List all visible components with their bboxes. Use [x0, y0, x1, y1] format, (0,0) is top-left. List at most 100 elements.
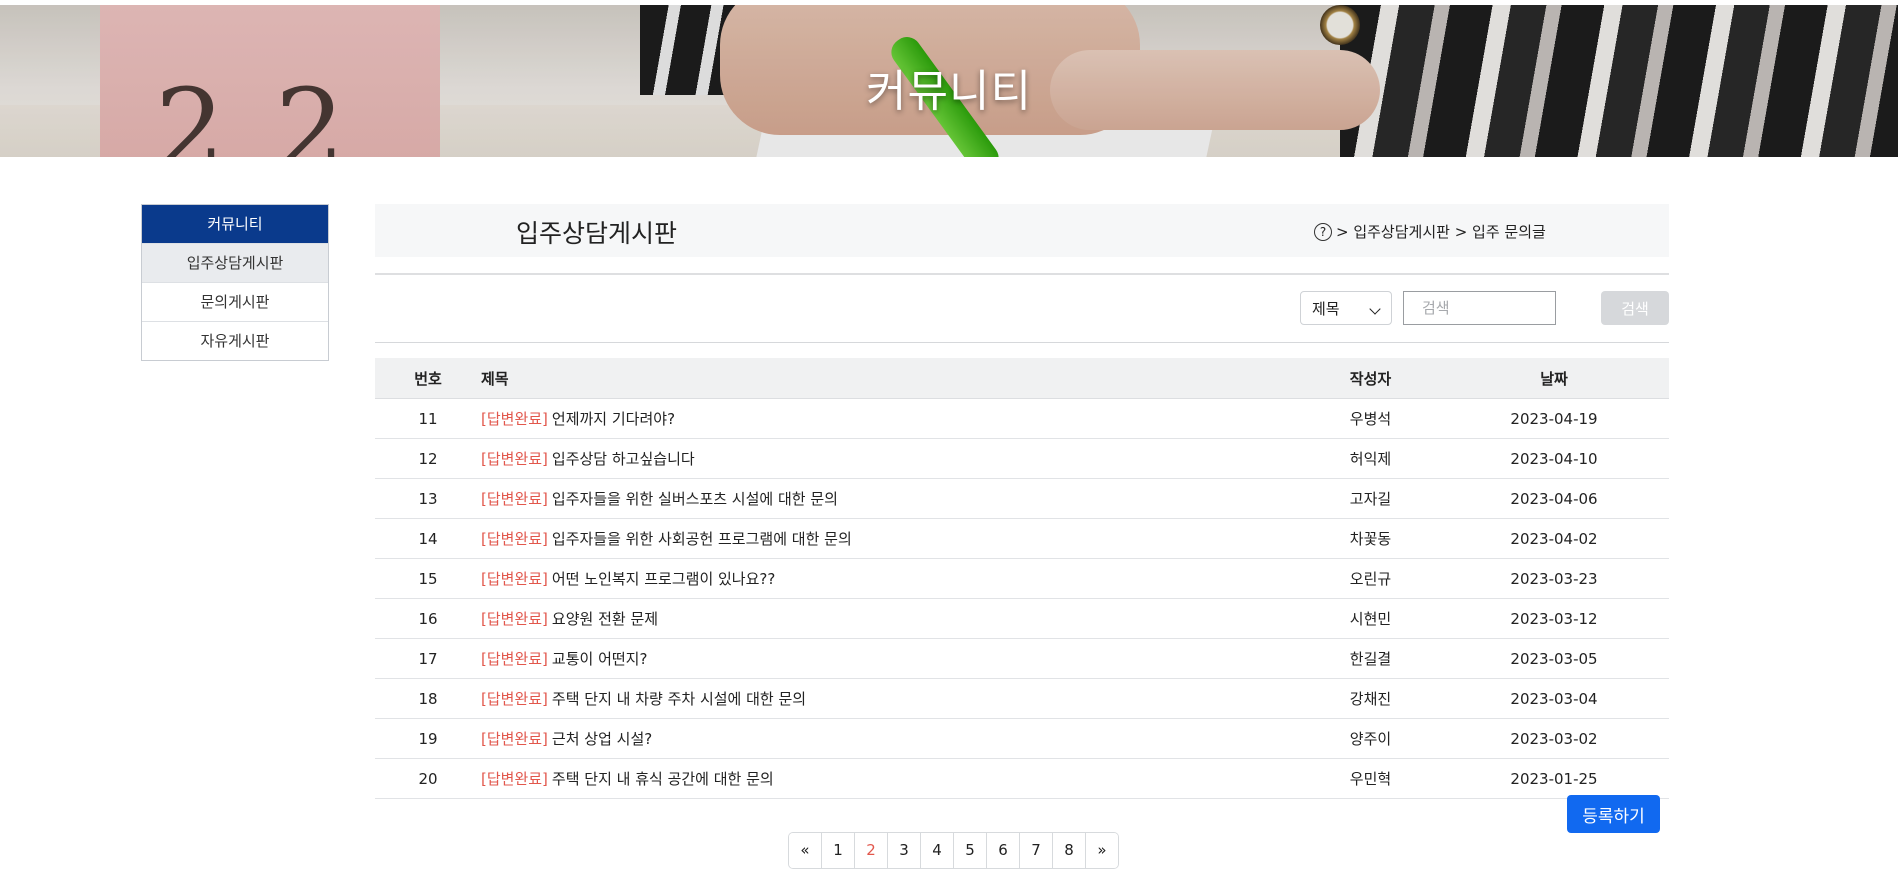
post-title-cell[interactable]: [답변완료] 근처 상업 시설?: [481, 718, 1302, 759]
search-bar: 제목 검색: [375, 275, 1669, 342]
post-writer: 우병석: [1302, 398, 1439, 439]
post-title-cell[interactable]: [답변완료] 입주자들을 위한 사회공헌 프로그램에 대한 문의: [481, 518, 1302, 559]
post-title-link[interactable]: 근처 상업 시설?: [552, 730, 652, 748]
table-row[interactable]: 11 [답변완료] 언제까지 기다려야? 우병석 2023-04-19: [375, 398, 1669, 439]
post-number: 12: [375, 438, 481, 479]
post-date: 2023-04-06: [1439, 478, 1669, 519]
sidebar-item-inquiry[interactable]: 문의게시판: [142, 282, 328, 321]
column-header-number: 번호: [375, 358, 481, 399]
post-number: 14: [375, 518, 481, 559]
post-number: 16: [375, 598, 481, 639]
post-number: 20: [375, 758, 481, 799]
title-bar: 입주상담게시판 ? > 입주상담게시판 > 입주 문의글: [375, 204, 1669, 257]
post-number: 19: [375, 718, 481, 759]
post-title-cell[interactable]: [답변완료] 언제까지 기다려야?: [481, 398, 1302, 439]
page-title: 입주상담게시판: [516, 219, 678, 248]
post-date: 2023-03-02: [1439, 718, 1669, 759]
table-row[interactable]: 12 [답변완료] 입주상담 하고싶습니다 허익제 2023-04-10: [375, 438, 1669, 479]
search-input[interactable]: [1403, 291, 1556, 325]
post-date: 2023-01-25: [1439, 758, 1669, 799]
post-writer: 시현민: [1302, 598, 1439, 639]
page-button-5[interactable]: 5: [954, 833, 987, 868]
page-button-6[interactable]: 6: [987, 833, 1020, 868]
post-title-cell[interactable]: [답변완료] 교통이 어떤지?: [481, 638, 1302, 679]
post-number: 15: [375, 558, 481, 599]
hero-banner: 22 커뮤니티: [0, 5, 1898, 157]
post-writer: 오린규: [1302, 558, 1439, 599]
table-header-row: 번호 제목 작성자 날짜: [375, 358, 1669, 399]
post-number: 11: [375, 398, 481, 439]
post-writer: 고자길: [1302, 478, 1439, 519]
post-title-cell[interactable]: [답변완료] 입주자들을 위한 실버스포츠 시설에 대한 문의: [481, 478, 1302, 519]
table-row[interactable]: 14 [답변완료] 입주자들을 위한 사회공헌 프로그램에 대한 문의 차꽃동 2…: [375, 518, 1669, 559]
post-date: 2023-04-19: [1439, 398, 1669, 439]
post-writer: 한길결: [1302, 638, 1439, 679]
table-row[interactable]: 16 [답변완료] 요양원 전환 문제 시현민 2023-03-12: [375, 598, 1669, 639]
post-title-cell[interactable]: [답변완료] 주택 단지 내 차량 주차 시설에 대한 문의: [481, 678, 1302, 719]
post-title-link[interactable]: 주택 단지 내 차량 주차 시설에 대한 문의: [552, 690, 806, 708]
table-row[interactable]: 17 [답변완료] 교통이 어떤지? 한길결 2023-03-05: [375, 638, 1669, 679]
post-date: 2023-04-10: [1439, 438, 1669, 479]
post-date: 2023-03-04: [1439, 678, 1669, 719]
register-button[interactable]: 등록하기: [1567, 795, 1660, 833]
search-filter-select[interactable]: 제목: [1300, 291, 1392, 325]
post-title-link[interactable]: 어떤 노인복지 프로그램이 있나요??: [552, 570, 775, 588]
status-tag: [답변완료]: [481, 770, 548, 788]
post-number: 18: [375, 678, 481, 719]
table-row[interactable]: 19 [답변완료] 근처 상업 시설? 양주이 2023-03-02: [375, 718, 1669, 759]
post-title-cell[interactable]: [답변완료] 요양원 전환 문제: [481, 598, 1302, 639]
sidebar: 커뮤니티 입주상담게시판 문의게시판 자유게시판: [141, 204, 329, 361]
status-tag: [답변완료]: [481, 410, 548, 428]
page-button-1[interactable]: 1: [822, 833, 855, 868]
status-tag: [답변완료]: [481, 650, 548, 668]
post-writer: 차꽃동: [1302, 518, 1439, 559]
search-button[interactable]: 검색: [1601, 291, 1669, 325]
sidebar-header: 커뮤니티: [142, 205, 328, 243]
page-button-7[interactable]: 7: [1020, 833, 1053, 868]
post-writer: 우민혁: [1302, 758, 1439, 799]
post-title-link[interactable]: 요양원 전환 문제: [552, 610, 658, 628]
page-button-4[interactable]: 4: [921, 833, 954, 868]
table-row[interactable]: 13 [답변완료] 입주자들을 위한 실버스포츠 시설에 대한 문의 고자길 20…: [375, 478, 1669, 519]
status-tag: [답변완료]: [481, 490, 548, 508]
post-title-link[interactable]: 입주상담 하고싶습니다: [552, 450, 695, 468]
column-header-title: 제목: [481, 358, 1302, 399]
pagination: « 1 2 3 4 5 6 7 8 »: [788, 832, 1119, 869]
main-content: 입주상담게시판 ? > 입주상담게시판 > 입주 문의글 제목 검색 번호 제목…: [375, 204, 1669, 799]
status-tag: [답변완료]: [481, 730, 548, 748]
page-next-button[interactable]: »: [1086, 833, 1118, 868]
page-button-8[interactable]: 8: [1053, 833, 1086, 868]
status-tag: [답변완료]: [481, 690, 548, 708]
post-writer: 강채진: [1302, 678, 1439, 719]
post-title-cell[interactable]: [답변완료] 주택 단지 내 휴식 공간에 대한 문의: [481, 758, 1302, 799]
table-row[interactable]: 18 [답변완료] 주택 단지 내 차량 주차 시설에 대한 문의 강채진 202…: [375, 678, 1669, 719]
post-number: 17: [375, 638, 481, 679]
status-tag: [답변완료]: [481, 530, 548, 548]
post-title-link[interactable]: 입주자들을 위한 실버스포츠 시설에 대한 문의: [552, 490, 838, 508]
post-date: 2023-03-05: [1439, 638, 1669, 679]
post-title-link[interactable]: 입주자들을 위한 사회공헌 프로그램에 대한 문의: [552, 530, 852, 548]
sidebar-item-move-in-consult[interactable]: 입주상담게시판: [142, 243, 328, 282]
help-icon[interactable]: ?: [1314, 222, 1332, 241]
post-title-cell[interactable]: [답변완료] 어떤 노인복지 프로그램이 있나요??: [481, 558, 1302, 599]
status-tag: [답변완료]: [481, 570, 548, 588]
table-row[interactable]: 20 [답변완료] 주택 단지 내 휴식 공간에 대한 문의 우민혁 2023-0…: [375, 758, 1669, 799]
status-tag: [답변완료]: [481, 450, 548, 468]
post-writer: 허익제: [1302, 438, 1439, 479]
column-header-date: 날짜: [1439, 358, 1669, 399]
chevron-down-icon: [1369, 303, 1381, 315]
page-button-2[interactable]: 2: [855, 833, 888, 868]
post-title-link[interactable]: 교통이 어떤지?: [552, 650, 648, 668]
table-row[interactable]: 15 [답변완료] 어떤 노인복지 프로그램이 있나요?? 오린규 2023-03…: [375, 558, 1669, 599]
divider: [375, 342, 1669, 343]
post-title-link[interactable]: 주택 단지 내 휴식 공간에 대한 문의: [552, 770, 774, 788]
breadcrumb-path: > 입주상담게시판 > 입주 문의글: [1336, 223, 1546, 241]
page-button-3[interactable]: 3: [888, 833, 921, 868]
post-title-cell[interactable]: [답변완료] 입주상담 하고싶습니다: [481, 438, 1302, 479]
search-filter-value: 제목: [1312, 300, 1340, 318]
post-date: 2023-03-23: [1439, 558, 1669, 599]
post-date: 2023-04-02: [1439, 518, 1669, 559]
sidebar-item-free-board[interactable]: 자유게시판: [142, 321, 328, 360]
page-prev-button[interactable]: «: [789, 833, 822, 868]
post-title-link[interactable]: 언제까지 기다려야?: [552, 410, 675, 428]
